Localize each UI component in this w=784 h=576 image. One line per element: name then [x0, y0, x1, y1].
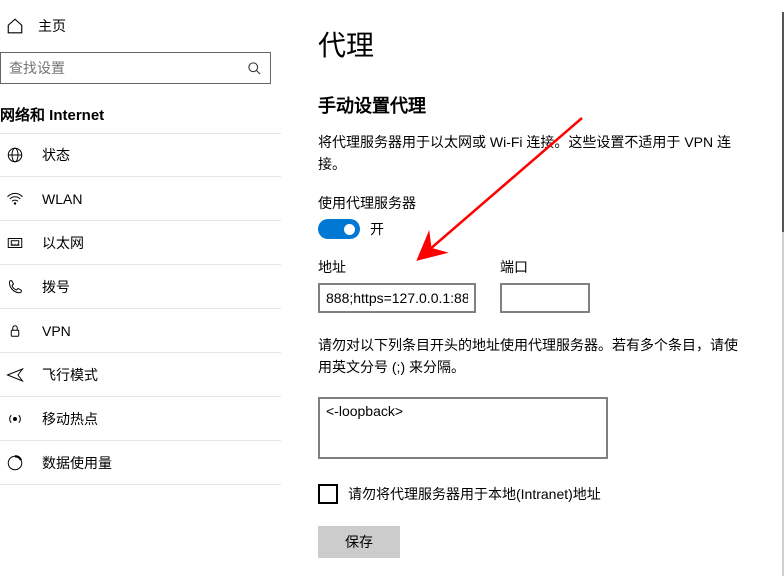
category-label: 网络和 Internet: [0, 102, 281, 133]
ethernet-icon: [6, 234, 24, 252]
nav-item-vpn[interactable]: VPN: [0, 309, 281, 353]
section-description: 将代理服务器用于以太网或 Wi-Fi 连接。这些设置不适用于 VPN 连接。: [318, 132, 738, 175]
globe-icon: [6, 146, 24, 164]
port-label: 端口: [500, 257, 590, 277]
toggle-state-label: 开: [370, 219, 384, 239]
page-title: 代理: [318, 24, 758, 64]
save-button[interactable]: 保存: [318, 526, 400, 558]
hotspot-icon: [6, 410, 24, 428]
nav-item-ethernet[interactable]: 以太网: [0, 221, 281, 265]
nav-item-status[interactable]: 状态: [0, 133, 281, 177]
nav-item-hotspot[interactable]: 移动热点: [0, 397, 281, 441]
nav-item-label: 数据使用量: [42, 453, 112, 473]
nav-item-label: 移动热点: [42, 409, 98, 429]
nav-item-airplane[interactable]: 飞行模式: [0, 353, 281, 397]
phone-icon: [6, 278, 24, 296]
use-proxy-toggle[interactable]: [318, 219, 360, 239]
home-icon: [6, 17, 24, 35]
bypass-description: 请勿对以下列条目开头的地址使用代理服务器。若有多个条目，请使用英文分号 (;) …: [318, 335, 738, 378]
search-icon: [246, 60, 262, 76]
nav-item-label: VPN: [42, 323, 71, 339]
nav-item-wlan[interactable]: WLAN: [0, 177, 281, 221]
no-local-label: 请勿将代理服务器用于本地(Intranet)地址: [348, 484, 601, 504]
search-input[interactable]: [9, 60, 246, 76]
airplane-icon: [6, 366, 24, 384]
address-input[interactable]: [318, 283, 476, 313]
nav-item-label: 飞行模式: [42, 365, 98, 385]
address-label: 地址: [318, 257, 476, 277]
no-local-checkbox[interactable]: [318, 484, 338, 504]
nav-item-label: 拨号: [42, 277, 70, 297]
vpn-icon: [6, 322, 24, 340]
bypass-textarea[interactable]: [318, 397, 608, 459]
wifi-icon: [6, 190, 24, 208]
search-box[interactable]: [0, 52, 271, 84]
section-title: 手动设置代理: [318, 92, 758, 118]
home-label: 主页: [38, 16, 66, 36]
port-input[interactable]: [500, 283, 590, 313]
nav-item-data-usage[interactable]: 数据使用量: [0, 441, 281, 485]
home-link[interactable]: 主页: [0, 12, 281, 52]
use-proxy-label: 使用代理服务器: [318, 193, 758, 213]
data-usage-icon: [6, 454, 24, 472]
nav-item-label: 状态: [42, 145, 70, 165]
nav-item-label: 以太网: [42, 233, 84, 253]
nav-item-label: WLAN: [42, 191, 82, 207]
nav-item-dialup[interactable]: 拨号: [0, 265, 281, 309]
